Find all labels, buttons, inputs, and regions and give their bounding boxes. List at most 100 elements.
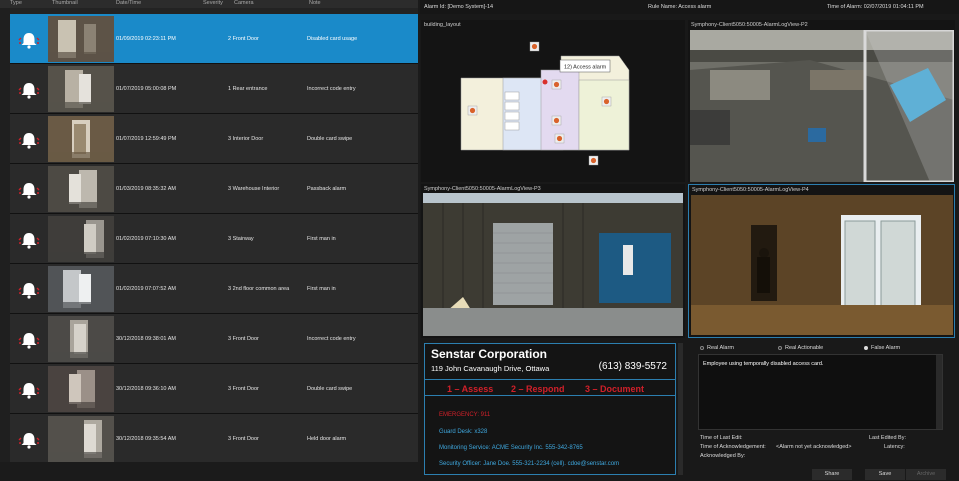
list-header: Type Thumbnail Date/Time Severity Camera… [0,0,418,8]
alarm-bell-icon [18,433,40,449]
notes-scrollbar[interactable] [936,355,942,429]
monitoring-line: Monitoring Service: ACME Security Inc. 5… [439,445,583,451]
alarm-datetime: 01/02/2019 07:10:30 AM [116,236,176,242]
alarm-thumbnail[interactable] [48,166,114,212]
share-button[interactable]: Share [812,469,852,480]
col-note[interactable]: Note [309,0,321,6]
alarm-bell-icon [18,33,40,49]
alarm-datetime: 01/07/2019 05:00:08 PM [116,86,177,92]
col-camera[interactable]: Camera [234,0,254,6]
alarm-bell-icon [18,383,40,399]
alarm-datetime: 01/09/2019 02:23:11 PM [116,36,176,42]
alarm-thumbnail[interactable] [48,366,114,412]
alarm-row[interactable]: 01/03/2019 08:35:32 AM 3 Warehouse Interi… [10,164,418,214]
alarm-info-bar: Alarm Id: [Demo System]-14 Rule Name: Ac… [420,0,959,14]
save-button[interactable]: Save [865,469,905,480]
col-datetime[interactable]: Date/Time [116,0,141,6]
alarm-note: First man in [307,236,336,242]
alarm-datetime: 01/03/2019 08:35:32 AM [116,186,176,192]
alarm-camera: 2 Front Door [228,36,259,42]
alarm-datetime: 30/12/2018 09:36:10 AM [116,386,176,392]
col-severity[interactable]: Severity [203,0,223,6]
alarm-thumbnail[interactable] [48,216,114,262]
latency-label: Latency: [884,444,905,450]
company-phone: (613) 839-5572 [598,361,667,372]
col-thumbnail[interactable]: Thumbnail [52,0,78,6]
alarm-datetime: 01/07/2019 12:59:49 PM [116,136,177,142]
guard-desk-line: Guard Desk: x328 [439,429,488,435]
contact-card: Senstar Corporation 119 John Cavanaugh D… [424,343,676,475]
floor-plan[interactable]: 12) Access alarm [421,20,685,182]
alarm-bell-icon [18,133,40,149]
camera-view-p2[interactable]: Symphony-Client5050:50005-AlarmLogView-P… [688,20,955,182]
alarm-datetime: 01/02/2019 07:07:52 AM [116,286,176,292]
alarm-note: Incorrect code entry [307,86,356,92]
step-respond: 2 – Respond [511,384,565,394]
card-scrollbar[interactable] [678,343,683,475]
col-type[interactable]: Type [10,0,22,6]
alarm-id: Alarm Id: [Demo System]-14 [424,4,494,10]
alarm-notes: Real Alarm Real Actionable False Alarm E… [684,343,954,481]
alarm-row[interactable]: 30/12/2018 09:38:01 AM 3 Front Door Incorr… [10,314,418,364]
alarm-note: Incorrect code entry [307,336,356,342]
time-last-edit: Time of Last Edit: [700,435,743,441]
alarm-camera: 3 Stairway [228,236,254,242]
ack-time-label: Time of Acknowledgement: [700,444,766,450]
alarm-note: Double card swipe [307,136,353,142]
alarm-note: First man in [307,286,336,292]
alarm-thumbnail[interactable] [48,16,114,62]
officer-line: Security Officer: Jane Doe. 555-321-2234… [439,461,620,467]
list-gutter [0,8,10,462]
alarm-camera: 3 2nd floor common area [228,286,290,292]
company-address: 119 John Cavanaugh Drive, Ottawa [431,364,550,373]
camera-view-p3[interactable]: Symphony-Client5050:50005-AlarmLogView-P… [421,184,685,338]
alarm-thumbnail[interactable] [48,116,114,162]
radio-false-alarm[interactable]: False Alarm [864,345,900,351]
alarm-camera: 3 Front Door [228,436,259,442]
alarm-note: Double card swipe [307,386,353,392]
archive-button[interactable]: Archive [906,469,946,480]
alarm-bell-icon [18,83,40,99]
camera-view-p4[interactable]: Symphony-Client5050:50005-AlarmLogView-P… [688,184,955,338]
alarm-thumbnail[interactable] [48,266,114,312]
alarm-row[interactable]: 01/07/2019 12:59:49 PM 3 Interior Door Dou… [10,114,418,164]
alarm-row[interactable]: 01/02/2019 07:10:30 AM 3 Stairway First ma… [10,214,418,264]
alarm-camera: 3 Warehouse Interior [228,186,280,192]
alarm-datetime: 30/12/2018 09:38:01 AM [116,336,176,342]
alarm-row[interactable]: 01/07/2019 05:00:08 PM 1 Rear entrance Inc… [10,64,418,114]
time-of-alarm: Time of Alarm: 02/07/2019 01:04:11 PM [827,4,924,10]
alarm-note: Passback alarm [307,186,347,192]
alarm-row[interactable]: 30/12/2018 09:36:10 AM 3 Front Door Double… [10,364,418,414]
radio-real-alarm[interactable]: Real Alarm [700,345,734,351]
alarm-bell-icon [18,333,40,349]
alarm-row[interactable]: 01/02/2019 07:07:52 AM 3 2nd floor common… [10,264,418,314]
alarm-camera: 1 Rear entrance [228,86,268,92]
building-layout-panel[interactable]: building_layout 12) Access alarm [421,20,685,182]
alarm-note: Disabled card usage [307,36,358,42]
alarm-thumbnail[interactable] [48,316,114,362]
alarm-camera: 3 Front Door [228,386,259,392]
camera-p3-image [423,193,683,336]
ack-time-value: <Alarm not yet acknowledged> [776,444,852,450]
camera-p2-label: Symphony-Client5050:50005-AlarmLogView-P… [691,22,808,28]
alarm-thumbnail[interactable] [48,66,114,112]
notes-text: Employee using temporally disabled acces… [703,361,824,367]
camera-p3-label: Symphony-Client5050:50005-AlarmLogView-P… [424,186,541,192]
notes-textarea[interactable]: Employee using temporally disabled acces… [698,354,943,430]
alarm-datetime: 30/12/2018 09:35:54 AM [116,436,176,442]
rule-name: Rule Name: Access alarm [648,4,712,10]
step-document: 3 – Document [585,384,645,394]
last-edited-by: Last Edited By: [869,435,906,441]
camera-p4-label: Symphony-Client5050:50005-AlarmLogView-P… [692,187,809,193]
alarm-thumbnail[interactable] [48,416,114,462]
alarm-bell-icon [18,233,40,249]
camera-p2-image [690,30,954,182]
emergency-line: EMERGENCY: 911 [439,412,491,418]
radio-real-actionable[interactable]: Real Actionable [778,345,823,351]
alarm-row[interactable]: 30/12/2018 09:35:54 AM 3 Front Door Held d… [10,414,418,464]
alarm-bell-icon [18,283,40,299]
alarm-list: Type Thumbnail Date/Time Severity Camera… [0,0,418,481]
alarm-row[interactable]: 01/09/2019 02:23:11 PM 2 Front Door Disabl… [10,14,418,64]
alarm-note: Held door alarm [307,436,347,442]
camera-p4-image [691,195,953,335]
